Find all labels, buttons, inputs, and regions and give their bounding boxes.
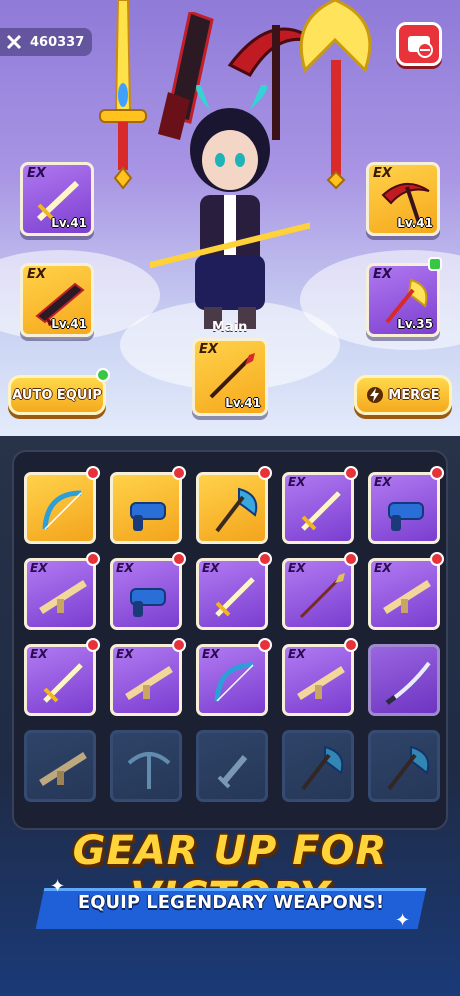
sparkle-icon: ✦ (395, 910, 411, 931)
inventory-slot[interactable]: EX (110, 644, 182, 716)
hero-character (150, 85, 310, 329)
new-item-dot (172, 638, 186, 652)
rifle-icon (125, 666, 173, 700)
blaster-icon (130, 588, 166, 617)
sword-icon (215, 577, 255, 617)
crossbow-icon (127, 752, 171, 789)
level-label: Lv.41 (225, 396, 261, 410)
inventory-slot (368, 730, 440, 802)
new-item-dot (344, 638, 358, 652)
score-counter: 460337 (0, 28, 92, 56)
inventory-slot[interactable]: EX (368, 558, 440, 630)
sword-icon (43, 663, 83, 703)
rifle-icon (383, 580, 431, 614)
upgrade-badge (428, 257, 442, 271)
rifle-icon (39, 752, 87, 786)
inventory-slot (24, 730, 96, 802)
rifle-icon (297, 666, 345, 700)
new-item-dot (172, 466, 186, 480)
inventory-slot[interactable]: EX (282, 472, 354, 544)
new-item-dot (86, 552, 100, 566)
spear-icon (299, 573, 345, 619)
inventory-area: EXEXEXEXEXEXEXEXEXEXEX GEAR UP FOR VICTO… (0, 436, 460, 996)
bow-icon (214, 662, 254, 702)
level-label: Lv.41 (397, 216, 433, 230)
inventory-slot[interactable]: EX (196, 644, 268, 716)
no-ads-button[interactable] (396, 22, 442, 66)
character-scene: 460337 EX Lv.41 EX Lv.41 EX Lv.41 EX Lv.… (0, 0, 460, 436)
inventory-slot[interactable]: EX (24, 558, 96, 630)
inventory-slot[interactable]: EX (24, 644, 96, 716)
inventory-slot (282, 730, 354, 802)
new-item-dot (86, 638, 100, 652)
main-slot-label: Main (212, 320, 248, 335)
axe-icon (301, 745, 344, 791)
merge-button[interactable]: MERGE (354, 375, 452, 415)
axe-icon (215, 487, 258, 533)
score-value: 460337 (30, 34, 85, 50)
lightning-icon (367, 387, 384, 403)
sword-icon (301, 491, 341, 531)
equip-slot-right-top[interactable]: EX Lv.41 (366, 162, 440, 236)
level-label: Lv.35 (397, 317, 433, 331)
equip-slot-left-bottom[interactable]: EX Lv.41 (20, 263, 94, 337)
blaster-icon (388, 502, 424, 531)
merge-label: MERGE (388, 387, 440, 403)
inventory-slot[interactable]: EX (196, 558, 268, 630)
inventory-panel: EX EX EX EX EX EX EX EX EX EX EX (12, 450, 448, 830)
level-label: Lv.41 (51, 317, 87, 331)
new-item-dot (344, 552, 358, 566)
auto-equip-button[interactable]: AUTO EQUIP (8, 375, 106, 415)
new-item-dot (86, 466, 100, 480)
blaster-icon (130, 502, 166, 531)
floating-sword-icon (99, 0, 147, 190)
equip-slot-main[interactable]: EX Lv.41 (192, 338, 268, 416)
new-item-dot (258, 638, 272, 652)
axe-icon (387, 745, 430, 791)
inventory-slot[interactable]: EX (282, 644, 354, 716)
inventory-slot[interactable] (110, 472, 182, 544)
promo-subline: EQUIP LEGENDARY WEAPONS! (77, 892, 385, 913)
dagger-icon (217, 755, 248, 789)
notification-dot (96, 368, 110, 382)
inventory-slot[interactable]: EX (282, 558, 354, 630)
inventory-slot[interactable] (196, 472, 268, 544)
inventory-slot[interactable] (24, 472, 96, 544)
auto-equip-label: AUTO EQUIP (12, 387, 102, 403)
inventory-slot (196, 730, 268, 802)
new-item-dot (258, 552, 272, 566)
bow-icon (42, 490, 82, 530)
new-item-dot (344, 466, 358, 480)
new-item-dot (430, 466, 444, 480)
crossed-swords-icon (6, 34, 22, 50)
rifle-icon (39, 580, 87, 614)
equip-slot-right-bottom[interactable]: EX Lv.35 (366, 263, 440, 337)
level-label: Lv.41 (51, 216, 87, 230)
inventory-slot[interactable]: EX (368, 472, 440, 544)
inventory-slot[interactable] (368, 644, 440, 716)
katana-icon (385, 661, 431, 705)
new-item-dot (430, 552, 444, 566)
sparkle-icon: ✦ (50, 876, 66, 897)
equip-slot-left-top[interactable]: EX Lv.41 (20, 162, 94, 236)
new-item-dot (258, 466, 272, 480)
inventory-slot[interactable]: EX (110, 558, 182, 630)
inventory-slot (110, 730, 182, 802)
no-ads-icon (408, 36, 433, 58)
new-item-dot (172, 552, 186, 566)
